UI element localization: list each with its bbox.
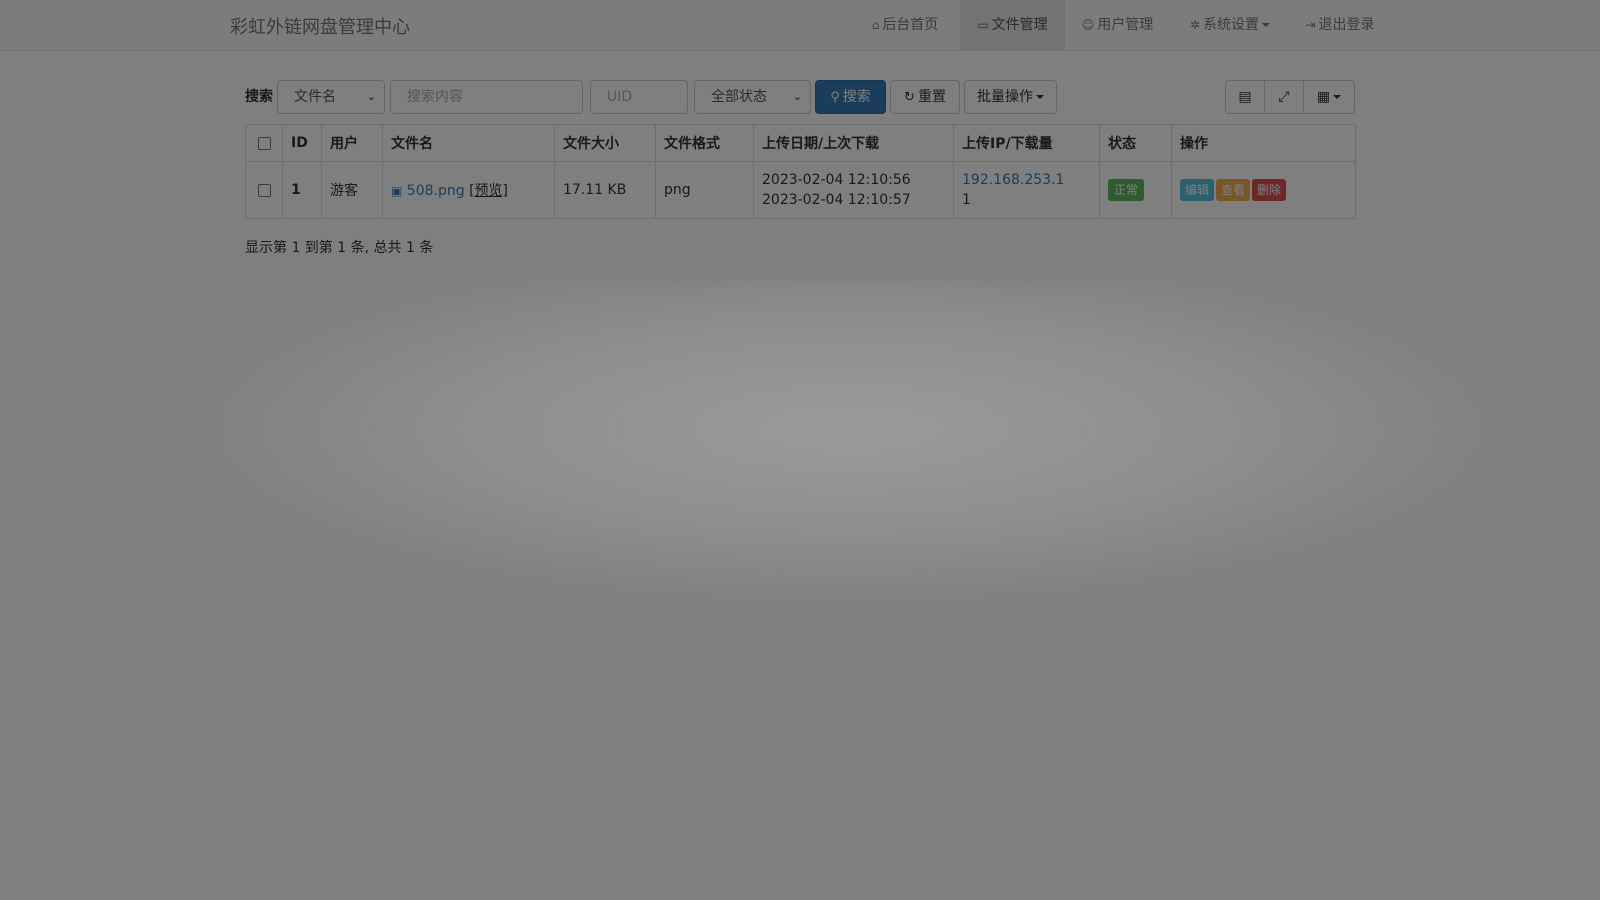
loading-preview-haze — [180, 280, 1520, 610]
